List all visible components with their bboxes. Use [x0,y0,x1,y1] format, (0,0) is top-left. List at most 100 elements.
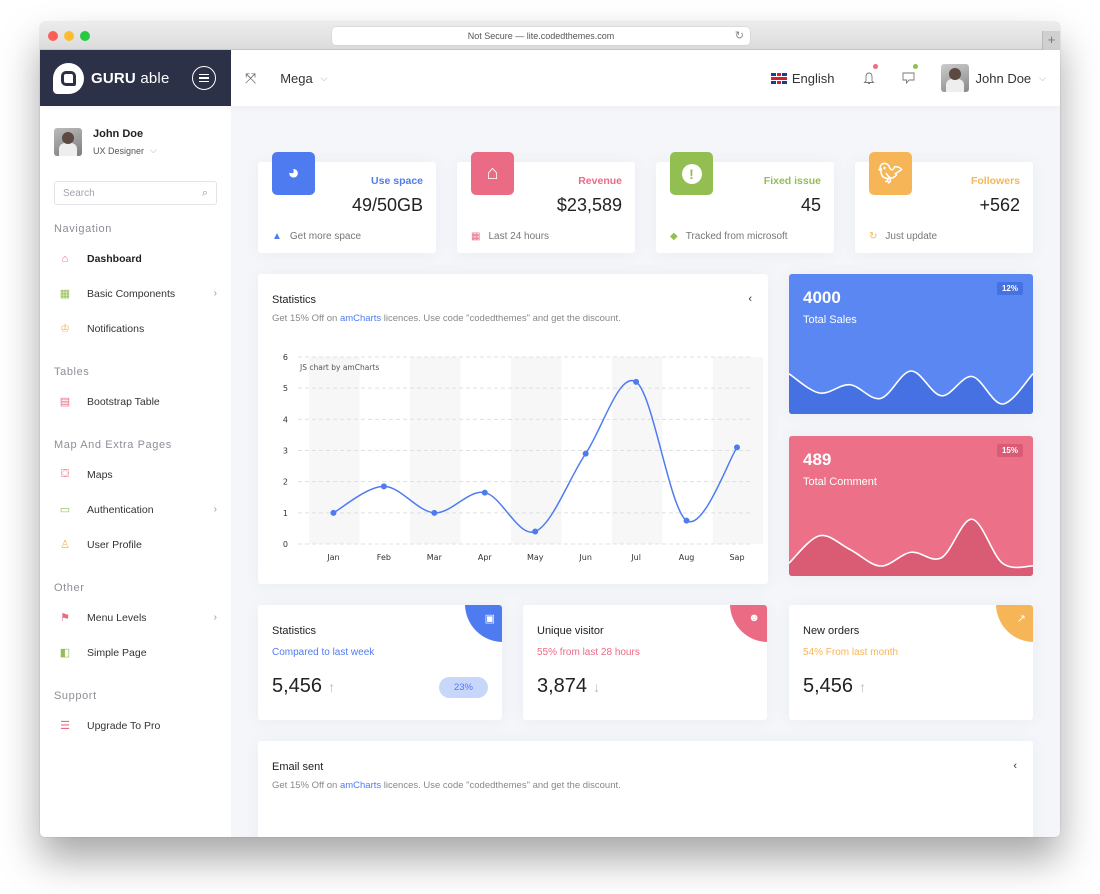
user-menu-button[interactable]: John Doe ⌵ [976,71,1046,86]
stat-value: +562 [979,195,1020,215]
sidebar-item-maps[interactable]: ⛋ Maps [54,457,217,492]
chevron-down-icon: ⌵ [150,145,157,155]
sidebar-item-label: Bootstrap Table [87,395,160,408]
amcharts-link[interactable]: amCharts [340,780,381,791]
chart-data-point[interactable] [633,378,640,385]
home-icon: ⌂ [61,252,69,265]
minimize-window-button[interactable] [64,31,74,41]
stat-card-fixed-issue: ! Fixed issue 45 ◆ Tracked from microsof… [656,152,834,253]
arrow-up-icon: ↑ [328,678,336,695]
sidebar-item-label: Upgrade To Pro [87,719,161,732]
mini-value: 5,456 ↑ [272,675,336,697]
sidebar-item-basic-components[interactable]: ▦ Basic Components › [54,276,217,311]
close-window-button[interactable] [48,31,58,41]
grid-icon: ▦ [59,288,71,300]
fullscreen-icon[interactable]: ⤧ [245,70,256,87]
line-chart-icon: ↗ [996,605,1033,642]
header-avatar[interactable] [940,64,969,92]
wave-percent-badge: 15% [996,444,1023,457]
sidebar-item-dashboard[interactable]: ⌂ Dashboard [54,241,217,276]
email-sent-subtitle: Get 15% Off on amCharts licences. Use co… [272,780,621,791]
chevron-right-icon: › [213,612,217,623]
sidebar-item-notifications[interactable]: ♔ Notifications [54,311,217,346]
percent-pill: 23% [439,677,488,698]
sidebar-search[interactable]: ⌕ [54,181,217,205]
sidebar-item-user-profile[interactable]: ♙ User Profile [54,527,217,562]
search-input[interactable] [63,187,202,199]
x-tick-label: Jan [326,553,339,562]
chart-data-point[interactable] [582,450,589,457]
refresh-icon: ↻ [869,231,878,242]
sidebar-item-authentication[interactable]: ▭ Authentication › [54,492,217,527]
home-icon: ⌂ [471,152,514,195]
chevron-left-icon[interactable]: ‹ [748,293,752,305]
sidebar-item-label: Simple Page [87,646,147,659]
chart-data-point[interactable] [431,509,438,516]
uk-flag-icon [770,72,787,84]
search-icon[interactable]: ⌕ [202,187,208,200]
guru-logo-icon[interactable] [53,62,84,94]
sidebar-nav: Navigation ⌂ Dashboard ▦ Basic Components › ♔ N… [54,223,217,743]
wave-value: 4000 [803,288,841,307]
mini-subtitle: 55% from last 28 hours [537,647,640,658]
stat-value: 45 [800,195,821,215]
header-user-name: John Doe [975,70,1032,86]
url-text: Not Secure — lite.codedthemes.com [467,31,615,41]
y-tick-label: 6 [283,353,288,362]
table-icon: ▤ [59,396,71,408]
wave-card-total-sales: 4000 Total Sales 12% [789,274,1033,414]
hamburger-icon[interactable] [192,66,216,90]
chart-data-point[interactable] [330,509,337,516]
messages-button[interactable] [901,64,918,86]
sidebar-item-label: Maps [87,468,113,481]
statistics-subtitle: Get 15% Off on amCharts licences. Use co… [272,313,621,324]
wave-percent-badge: 12% [996,282,1023,295]
new-tab-button[interactable]: + [1042,31,1060,50]
stat-value: $23,589 [556,195,622,215]
wave-card-total-comment: 489 Total Comment 15% [789,436,1033,576]
mini-subtitle: 54% From last month [803,647,899,658]
stat-title: Followers [970,175,1020,187]
chart-data-point[interactable] [532,528,539,535]
reload-icon[interactable]: ↻ [735,29,744,42]
sidebar-item-menu-levels[interactable]: ⚑ Menu Levels › [54,600,217,635]
y-tick-label: 0 [283,540,288,549]
sidebar-item-label: Basic Components [87,287,176,300]
notifications-button[interactable] [861,64,878,86]
wave-label: Total Comment [803,476,877,488]
sidebar-user[interactable]: John Doe UX Designer ⌵ [54,128,217,156]
browser-window: Not Secure — lite.codedthemes.com ↻ + GU… [40,22,1060,837]
chart-data-point[interactable] [380,483,387,490]
sidebar-item-upgrade-to-pro[interactable]: ☰ Upgrade To Pro [54,708,217,743]
presentation-icon: ▣ [465,605,502,642]
main-content: ◕ Use space 49/50GB ▲ Get more space ⌂ R… [231,106,1060,837]
pie-chart-icon: ◕ [272,152,315,195]
wave-value: 489 [803,450,832,469]
stat-footer: ▲ Get more space [272,231,362,242]
alert-icon: ! [670,152,713,195]
chevron-left-icon[interactable]: ‹ [1013,760,1017,772]
mini-value: 5,456 ↑ [803,675,867,697]
x-tick-label: Mar [427,553,443,562]
bell-icon [862,72,875,84]
warning-icon: ▲ [272,231,282,242]
language-selector[interactable]: English [770,71,835,86]
mega-menu-button[interactable]: Mega ⌵ [280,71,327,86]
y-tick-label: 4 [283,415,288,424]
address-bar[interactable]: Not Secure — lite.codedthemes.com ↻ [332,27,750,45]
x-tick-label: Jul [630,553,641,562]
chart-data-point[interactable] [734,444,740,451]
chevron-down-icon: ⌵ [1039,72,1046,83]
amcharts-link[interactable]: amCharts [340,313,381,324]
sidebar-user-role[interactable]: UX Designer ⌵ [93,145,157,156]
chart-data-point[interactable] [683,517,690,524]
mega-label: Mega [280,70,313,86]
chart-data-point[interactable] [481,489,488,496]
x-tick-label: Aug [679,553,695,562]
maximize-window-button[interactable] [80,31,90,41]
sidebar-item-simple-page[interactable]: ◧ Simple Page [54,635,217,670]
sidebar-item-bootstrap-table[interactable]: ▤ Bootstrap Table [54,384,217,419]
chart-watermark[interactable]: JS chart by amCharts [299,363,379,372]
y-tick-label: 2 [283,478,288,487]
message-dot [912,64,918,69]
